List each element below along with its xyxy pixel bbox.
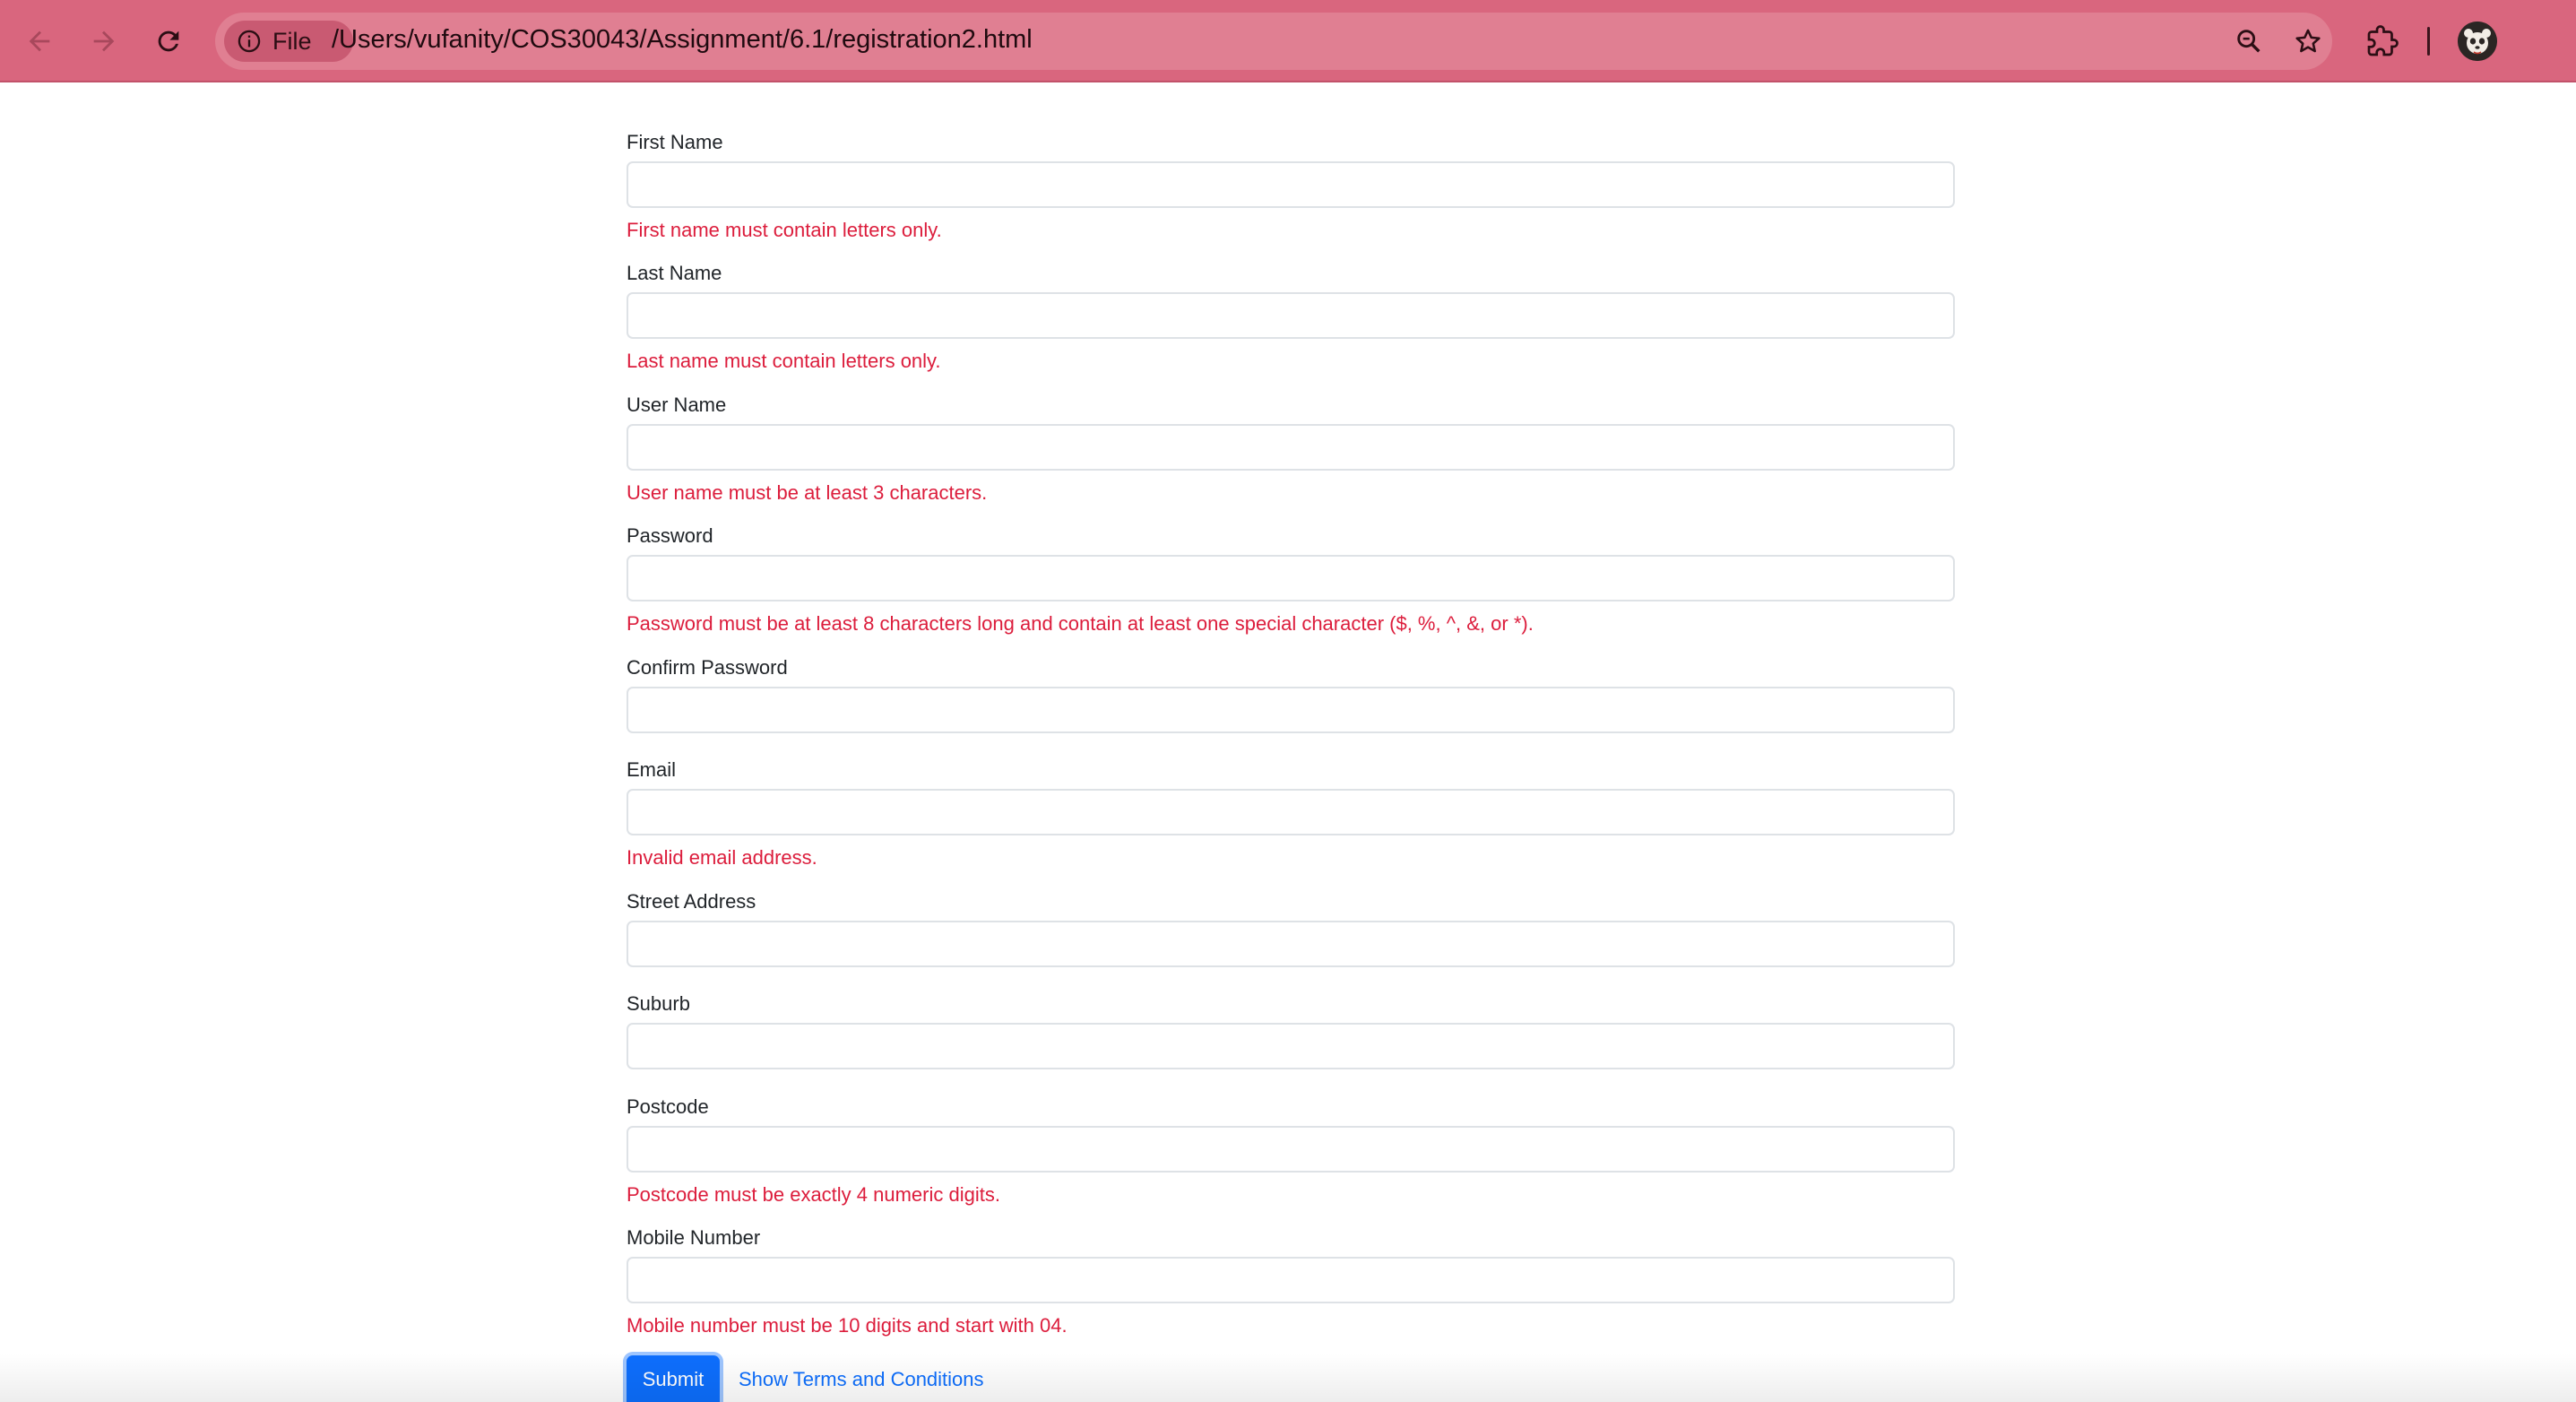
user-name-error: User name must be at least 3 characters. — [627, 481, 988, 504]
suburb-label: Suburb — [627, 992, 690, 1015]
extensions-icon — [2367, 25, 2399, 56]
bookmark-button[interactable] — [2291, 24, 2325, 58]
site-chip-label: File — [272, 27, 312, 55]
last-name-label: Last Name — [627, 262, 722, 284]
mobile-number-input[interactable] — [627, 1257, 1955, 1303]
email-input[interactable] — [627, 789, 1955, 835]
back-arrow-icon — [29, 30, 50, 52]
mobile-number-error: Mobile number must be 10 digits and star… — [627, 1314, 1068, 1337]
confirm-password-label: Confirm Password — [627, 656, 788, 679]
password-label: Password — [627, 524, 713, 547]
window-bottom-shadow — [0, 1354, 2576, 1402]
confirm-password-input[interactable] — [627, 687, 1955, 733]
zoom-button[interactable] — [2232, 24, 2266, 58]
forward-arrow-icon — [93, 30, 115, 52]
user-name-label: User Name — [627, 394, 727, 416]
first-name-label: First Name — [627, 131, 723, 153]
street-address-label: Street Address — [627, 890, 756, 913]
star-icon — [2295, 29, 2321, 53]
postcode-input[interactable] — [627, 1126, 1955, 1173]
password-input[interactable] — [627, 555, 1955, 601]
show-terms-link[interactable]: Show Terms and Conditions — [739, 1368, 984, 1391]
password-error: Password must be at least 8 characters l… — [627, 612, 1534, 635]
user-name-input[interactable] — [627, 424, 1955, 471]
profile-avatar[interactable] — [2458, 22, 2497, 61]
postcode-label: Postcode — [627, 1095, 709, 1118]
submit-button[interactable]: Submit — [627, 1355, 720, 1402]
address-bar[interactable]: File /Users/vufanity/COS30043/Assignment… — [215, 13, 2332, 70]
mobile-number-label: Mobile Number — [627, 1226, 761, 1249]
postcode-error: Postcode must be exactly 4 numeric digit… — [627, 1183, 1000, 1206]
first-name-input[interactable] — [627, 161, 1955, 208]
suburb-input[interactable] — [627, 1023, 1955, 1069]
forward-button[interactable] — [82, 20, 125, 63]
info-icon — [238, 30, 261, 53]
first-name-error: First name must contain letters only. — [627, 219, 942, 241]
zoom-icon — [2237, 30, 2260, 53]
toolbar-divider — [2427, 27, 2430, 56]
profile-avatar-icon — [2458, 22, 2497, 61]
last-name-input[interactable] — [627, 292, 1955, 339]
extensions-button[interactable] — [2363, 22, 2402, 61]
browser-toolbar: File /Users/vufanity/COS30043/Assignment… — [0, 0, 2576, 82]
url-text[interactable]: /Users/vufanity/COS30043/Assignment/6.1/… — [332, 25, 1033, 55]
reload-icon — [158, 30, 179, 52]
last-name-error: Last name must contain letters only. — [627, 350, 941, 372]
back-button[interactable] — [18, 20, 61, 63]
email-label: Email — [627, 758, 677, 781]
email-error: Invalid email address. — [627, 846, 817, 869]
reload-button[interactable] — [147, 20, 190, 63]
street-address-input[interactable] — [627, 921, 1955, 967]
